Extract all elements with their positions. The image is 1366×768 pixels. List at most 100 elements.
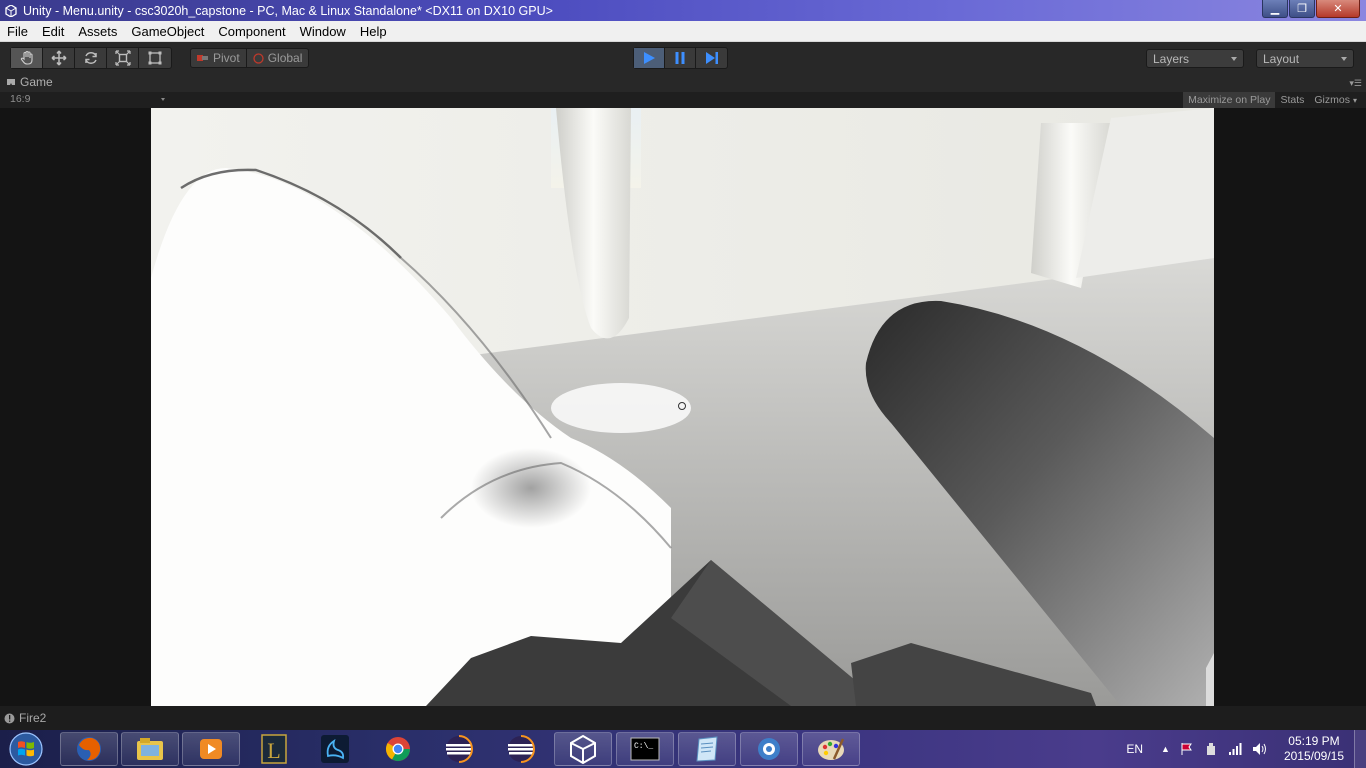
windows-logo-icon — [9, 732, 43, 766]
taskbar-notepad[interactable] — [678, 732, 736, 766]
transform-tools — [10, 47, 172, 69]
chevron-down-icon — [1341, 57, 1347, 61]
layout-dropdown[interactable]: Layout — [1256, 49, 1354, 68]
taskbar-explorer[interactable] — [121, 732, 179, 766]
svg-text:L: L — [267, 738, 280, 763]
show-hidden-icons-icon[interactable]: ▲ — [1161, 744, 1170, 754]
pivot-toggle-group: Pivot Global — [190, 48, 310, 68]
status-bar: Fire2 — [0, 706, 1366, 730]
step-button[interactable] — [696, 48, 727, 68]
taskbar-firefox[interactable] — [60, 732, 118, 766]
game-controller-icon — [7, 79, 15, 85]
action-center-flag-icon[interactable] — [1180, 742, 1194, 756]
window-title: Unity - Menu.unity - csc3020h_capstone -… — [23, 3, 553, 18]
svg-text:C:\_: C:\_ — [634, 742, 653, 751]
menu-window[interactable]: Window — [293, 24, 353, 39]
menu-component[interactable]: Component — [211, 24, 292, 39]
rect-tool-button[interactable] — [139, 48, 171, 68]
taskbar-chrome[interactable] — [369, 732, 427, 766]
maximize-on-play-toggle[interactable]: Maximize on Play — [1183, 92, 1276, 108]
game-tab-bar: Game ▾☰ — [0, 74, 1366, 92]
game-control-bar: 16:9 Maximize on Play Stats Gizmos ▾ — [0, 92, 1366, 108]
file-explorer-icon — [137, 738, 163, 760]
hand-icon — [20, 50, 33, 65]
hand-tool-button[interactable] — [11, 48, 43, 68]
global-button[interactable]: Global — [247, 49, 309, 67]
menu-gameobject[interactable]: GameObject — [124, 24, 211, 39]
taskbar-cmd[interactable]: C:\_ — [616, 732, 674, 766]
stats-toggle[interactable]: Stats — [1275, 92, 1309, 108]
unity-icon — [570, 734, 596, 764]
window-title-bar[interactable]: Unity - Menu.unity - csc3020h_capstone -… — [0, 0, 1366, 21]
main-toolbar: Pivot Global Layers Layout — [0, 42, 1366, 74]
clock[interactable]: 05:19 PM 2015/09/15 — [1284, 734, 1344, 764]
taskbar-network[interactable] — [740, 732, 798, 766]
global-label: Global — [267, 51, 303, 65]
system-tray: EN ▲ 05:19 PM 2015/09/15 — [1126, 730, 1366, 768]
tab-game-label: Game — [20, 75, 53, 89]
language-indicator[interactable]: EN — [1126, 742, 1143, 756]
eclipse-icon — [508, 735, 535, 763]
minimize-icon: ▁ — [1270, 3, 1280, 15]
menu-edit[interactable]: Edit — [35, 24, 71, 39]
unity-logo-icon — [4, 4, 18, 18]
layout-label: Layout — [1263, 51, 1300, 66]
taskbar-eclipse-2[interactable] — [492, 732, 550, 766]
maximize-on-play-label: Maximize on Play — [1188, 94, 1271, 106]
move-tool-button[interactable] — [43, 48, 75, 68]
scale-tool-button[interactable] — [107, 48, 139, 68]
rect-icon — [148, 51, 162, 65]
pivot-label: Pivot — [213, 51, 240, 65]
start-button[interactable] — [4, 731, 48, 767]
gizmos-label: Gizmos — [1314, 94, 1350, 106]
tab-game[interactable]: Game — [6, 75, 53, 89]
taskbar-unity[interactable] — [554, 732, 612, 766]
chrome-icon — [385, 737, 410, 762]
menu-assets[interactable]: Assets — [71, 24, 124, 39]
windows-taskbar: L C:\_ EN ▲ 05:19 PM 2015/09/15 — [0, 730, 1366, 768]
aspect-dropdown[interactable]: 16:9 — [10, 93, 165, 107]
maximize-button[interactable]: ❐ — [1289, 0, 1315, 18]
volume-icon[interactable] — [1252, 742, 1268, 756]
tab-menu-icon[interactable]: ▾☰ — [1349, 78, 1362, 89]
menu-file[interactable]: File — [0, 24, 35, 39]
layers-dropdown[interactable]: Layers — [1146, 49, 1244, 68]
scale-icon — [114, 50, 131, 66]
game-viewport[interactable] — [151, 108, 1214, 706]
gizmos-dropdown[interactable]: Gizmos ▾ — [1309, 92, 1362, 108]
play-icon — [644, 52, 655, 64]
paint-icon — [818, 738, 845, 760]
usb-device-icon[interactable] — [1204, 742, 1218, 756]
taskbar-paint[interactable] — [802, 732, 860, 766]
league-of-legends-icon: L — [261, 734, 287, 764]
notepad-icon — [696, 736, 718, 762]
close-button[interactable]: ✕ — [1316, 0, 1360, 18]
step-icon — [705, 52, 718, 64]
global-icon — [253, 52, 264, 64]
taskbar-eclipse-1[interactable] — [430, 732, 488, 766]
layers-label: Layers — [1153, 51, 1190, 66]
info-icon — [4, 713, 15, 723]
network-icon — [758, 738, 780, 760]
chevron-down-icon — [1231, 57, 1237, 61]
network-signal-icon[interactable] — [1228, 742, 1242, 756]
taskbar-league[interactable]: L — [245, 732, 303, 766]
command-prompt-icon: C:\_ — [630, 737, 660, 761]
minimize-button[interactable]: ▁ — [1262, 0, 1288, 18]
pause-icon — [675, 52, 685, 64]
menu-help[interactable]: Help — [353, 24, 394, 39]
eclipse-icon — [446, 735, 473, 763]
show-desktop-button[interactable] — [1354, 730, 1366, 768]
stats-label: Stats — [1280, 94, 1305, 106]
taskbar-media-player[interactable] — [182, 732, 240, 766]
pause-button[interactable] — [665, 48, 696, 68]
close-icon: ✕ — [1333, 3, 1343, 15]
game-scene-render — [151, 108, 1214, 706]
status-message: Fire2 — [19, 711, 47, 725]
rotate-icon — [84, 52, 97, 64]
taskbar-battlenet[interactable] — [306, 732, 364, 766]
play-button[interactable] — [634, 48, 665, 68]
chevron-down-icon — [161, 98, 165, 101]
rotate-tool-button[interactable] — [75, 48, 107, 68]
pivot-button[interactable]: Pivot — [191, 49, 247, 67]
